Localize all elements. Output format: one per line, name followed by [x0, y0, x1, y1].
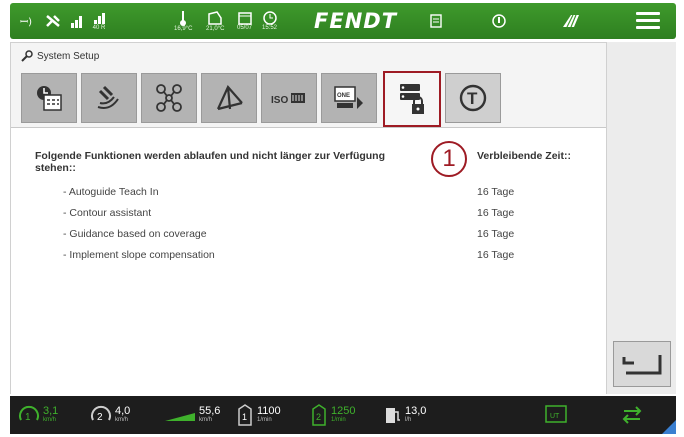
- back-button[interactable]: [613, 341, 671, 387]
- pto1-unit: 1/min: [257, 417, 272, 423]
- svg-text:T: T: [467, 89, 478, 108]
- top-status-bar: ꟷ) 40 R 16,9°C 21,0°C 05/07 15:52 FENDT: [10, 3, 676, 39]
- svg-text:2: 2: [97, 412, 103, 423]
- speed2-value: 4,0: [115, 405, 131, 417]
- speed-ramp-icon: [165, 413, 195, 421]
- clock-icon: [262, 10, 277, 25]
- feature-name: - Autoguide Teach In: [63, 186, 159, 198]
- feature-name: - Guidance based on coverage: [63, 228, 207, 240]
- expiry-intro-text: Folgende Funktionen werden ablaufen und …: [35, 150, 386, 174]
- license-content: Folgende Funktionen werden ablaufen und …: [11, 128, 606, 394]
- svg-text:1: 1: [242, 412, 247, 422]
- wrench-icon: [21, 50, 33, 62]
- tab-licenses[interactable]: [383, 71, 441, 127]
- ut-label: UT: [550, 413, 560, 420]
- feature-remaining: 16 Tage: [477, 207, 515, 219]
- speed-range-2-icon: 2: [91, 405, 111, 423]
- calendar-icon: [237, 11, 252, 25]
- feature-remaining: 16 Tage: [477, 228, 515, 240]
- menu-icon[interactable]: [636, 12, 660, 30]
- cabin-temp-value: 21,0°C: [206, 25, 225, 32]
- time-display: 15:52: [262, 3, 277, 39]
- tab-trial[interactable]: T: [445, 73, 501, 123]
- date-value: 05/07: [237, 24, 253, 31]
- svg-text:ONE: ONE: [337, 93, 350, 99]
- svg-text:2: 2: [316, 412, 321, 422]
- pto2-value: 1250: [331, 405, 356, 417]
- vehicle-speed: 55,6 km/h: [164, 396, 220, 434]
- svg-text:ꟷ): ꟷ): [20, 17, 32, 28]
- fuel-pump-icon: [386, 408, 400, 423]
- document-icon[interactable]: [430, 3, 442, 39]
- speed1-unit: km/h: [43, 417, 57, 423]
- ut-icon: UT: [545, 405, 567, 423]
- time-value: 15:52: [262, 24, 278, 31]
- reception-number: 40 R: [92, 24, 106, 31]
- tab-isobus[interactable]: ISO: [261, 73, 317, 123]
- field-tracks-icon[interactable]: [562, 3, 580, 39]
- system-setup-panel: System Setup ISO ONE T Folgende Funktion…: [10, 42, 607, 394]
- fuel-consumption: 13,0 l/h: [384, 396, 426, 434]
- callout-marker: 1: [431, 141, 467, 177]
- speed1-value: 3,1: [43, 405, 59, 417]
- fendt-one-icon: ONE: [334, 86, 363, 109]
- tab-satellite[interactable]: [81, 73, 137, 123]
- satellite-icon: [97, 85, 119, 109]
- system-setup-header: System Setup: [21, 50, 99, 62]
- fuel-unit: l/h: [405, 417, 412, 423]
- pto1-value: 1100: [257, 405, 281, 417]
- remaining-time-header: Verbleibende Zeit::: [477, 150, 571, 162]
- cabin-icon: [208, 10, 222, 25]
- outside-temp: 16,9°C: [174, 3, 192, 39]
- gps-satellite-icon: [44, 3, 62, 39]
- pto-2-icon: 2: [312, 404, 326, 426]
- system-setup-title: System Setup: [37, 50, 100, 62]
- pto-2: 2 1250 1/min: [310, 396, 355, 434]
- speed3-value: 55,6: [199, 405, 221, 417]
- date-display: 05/07: [237, 3, 252, 39]
- tab-network[interactable]: [141, 73, 197, 123]
- implement-icon: [216, 84, 243, 111]
- ut-button[interactable]: UT: [544, 396, 568, 434]
- isobus-icon: ISO: [271, 93, 305, 106]
- license-lock-icon: [400, 84, 424, 114]
- back-arrow-icon: [622, 355, 662, 375]
- thermometer-icon: [180, 10, 187, 26]
- speed3-unit: km/h: [199, 417, 213, 423]
- svg-text:1: 1: [25, 412, 31, 423]
- cabin-temp: 21,0°C: [206, 3, 224, 39]
- swap-button[interactable]: [620, 396, 644, 434]
- svg-text:ISO: ISO: [271, 95, 288, 106]
- feature-remaining: 16 Tage: [477, 249, 515, 261]
- signal-strength-icon: [70, 3, 84, 39]
- bottom-status-bar: 1 3,1 km/h 2 4,0 km/h 55,6 km/h 1 1100 1/min…: [10, 396, 676, 434]
- signal-x-icon: ꟷ): [20, 3, 36, 39]
- feature-name: - Contour assistant: [63, 207, 152, 219]
- speed-range-1-icon: 1: [19, 405, 39, 423]
- network-icon: [156, 84, 182, 112]
- feature-name: - Implement slope compensation: [63, 249, 215, 261]
- pto2-unit: 1/min: [331, 417, 346, 423]
- corner-accent: [662, 420, 676, 434]
- tab-clock-calendar[interactable]: [21, 73, 77, 123]
- clock-calendar-icon: [37, 86, 62, 111]
- brand-logo: FENDT: [314, 9, 398, 33]
- outside-temp-value: 16,9°C: [174, 25, 193, 32]
- pto-1: 1 1100 1/min: [236, 396, 281, 434]
- tab-implement[interactable]: [201, 73, 257, 123]
- feature-remaining: 16 Tage: [477, 186, 515, 198]
- tab-fendt-one[interactable]: ONE: [321, 73, 377, 123]
- reception-indicator: 40 R: [92, 3, 106, 39]
- info-circle-icon[interactable]: [492, 3, 506, 39]
- speed-range-2: 2 4,0 km/h: [90, 396, 130, 434]
- trial-t-icon: T: [459, 84, 487, 112]
- fuel-value: 13,0: [405, 405, 427, 417]
- swap-arrows-icon: [622, 406, 642, 424]
- pto-1-icon: 1: [238, 404, 252, 426]
- speed-range-1: 1 3,1 km/h: [18, 396, 58, 434]
- speed2-unit: km/h: [115, 417, 129, 423]
